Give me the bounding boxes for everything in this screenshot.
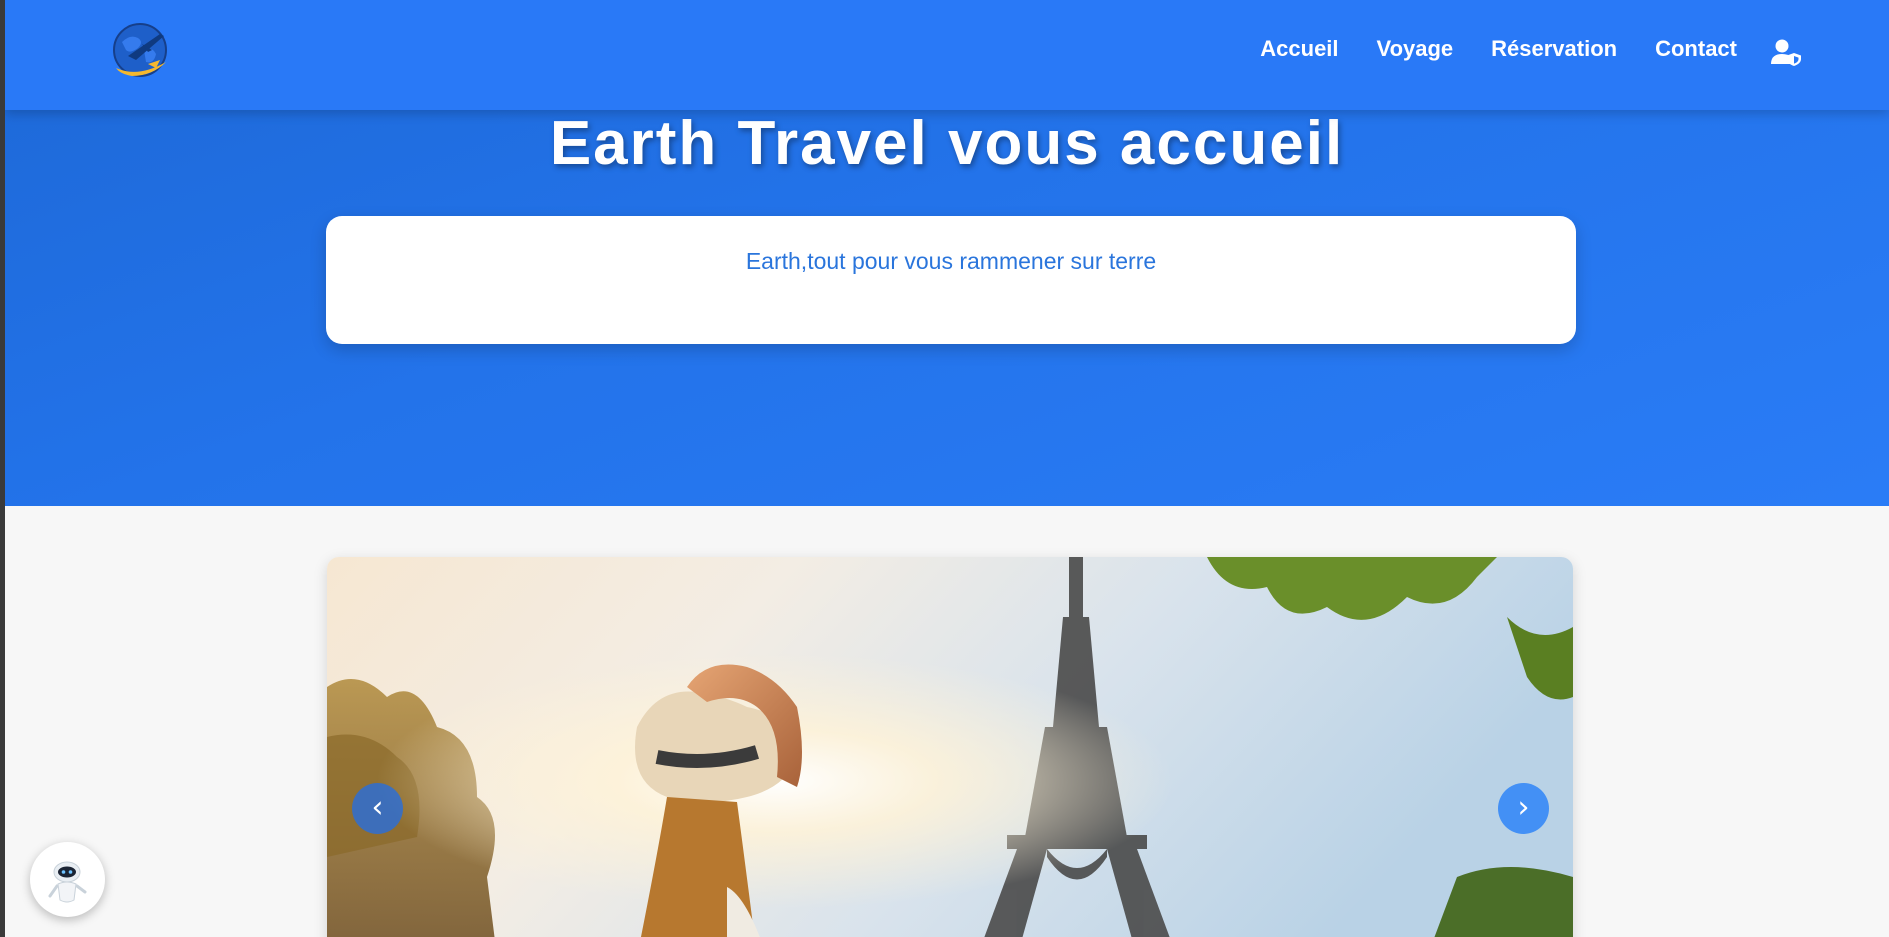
globe-airplane-logo-icon[interactable]	[108, 20, 176, 84]
main-nav: Accueil Voyage Réservation Contact	[1260, 36, 1737, 62]
eiffel-tower-photo	[327, 557, 1573, 937]
nav-contact[interactable]: Contact	[1655, 36, 1737, 62]
carousel-prev-button[interactable]: ‹	[352, 783, 403, 834]
nav-voyage[interactable]: Voyage	[1377, 36, 1454, 62]
image-carousel: ‹ ›	[327, 557, 1573, 937]
nav-accueil[interactable]: Accueil	[1260, 36, 1338, 62]
nav-reservation[interactable]: Réservation	[1491, 36, 1617, 62]
hero-title: Earth Travel vous accueil	[549, 109, 1345, 178]
carousel-next-button[interactable]: ›	[1498, 783, 1549, 834]
navbar: Accueil Voyage Réservation Contact	[5, 0, 1889, 110]
window-edge	[0, 0, 5, 937]
robot-icon	[48, 861, 87, 903]
user-shield-icon[interactable]	[1770, 38, 1802, 66]
tagline-text: Earth,tout pour vous rammener sur terre	[745, 248, 1157, 274]
chatbot-button[interactable]	[30, 842, 105, 917]
tagline-card: Earth,tout pour vous rammener sur terre	[326, 216, 1576, 344]
